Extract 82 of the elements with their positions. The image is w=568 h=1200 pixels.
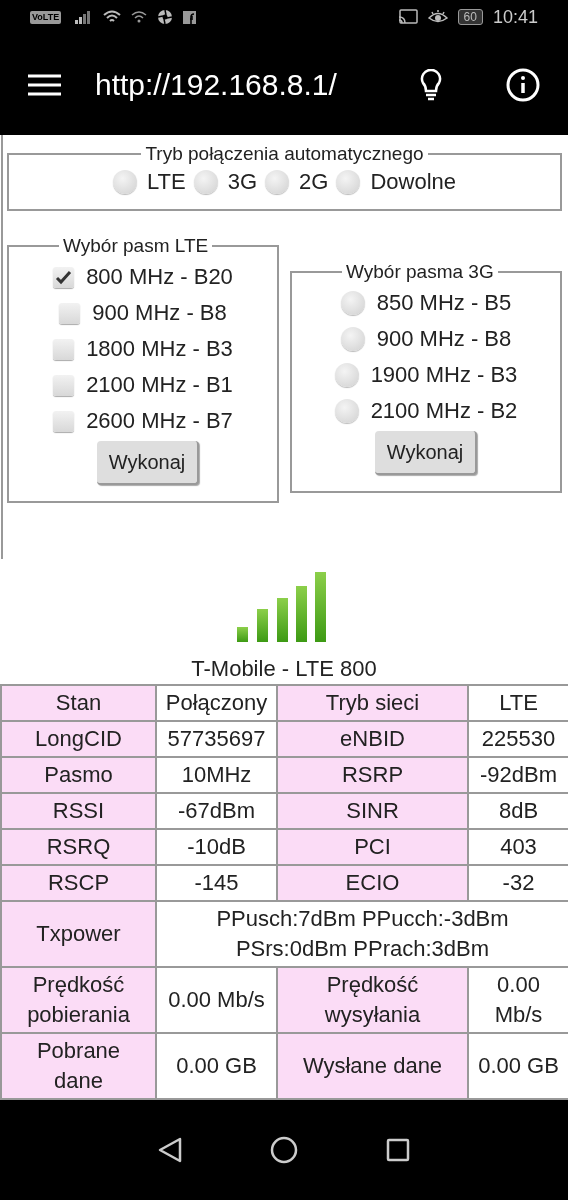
- table-cell: Pasmo: [1, 757, 156, 793]
- table-cell: Prędkość wysyłania: [277, 967, 468, 1033]
- table-cell: 10MHz: [156, 757, 277, 793]
- radio-button[interactable]: [336, 170, 361, 194]
- table-cell: Prędkość pobierania: [1, 967, 156, 1033]
- option-label: Dowolne: [370, 168, 456, 196]
- cast-icon: [397, 9, 418, 25]
- table-cell: Tryb sieci: [277, 685, 468, 721]
- table-cell: LongCID: [1, 721, 156, 757]
- checkbox[interactable]: [53, 266, 75, 288]
- radio-button[interactable]: [340, 291, 365, 315]
- fieldset-legend: Wybór pasm LTE: [59, 235, 213, 257]
- table-cell: Połączony: [156, 685, 277, 721]
- table-cell: -10dB: [156, 829, 277, 865]
- table-cell: 403: [468, 829, 568, 865]
- wifi-icon: [131, 10, 148, 24]
- option-label: 2G: [299, 168, 329, 196]
- aperture-icon: [157, 9, 174, 25]
- table-cell: 0.00 GB: [156, 1033, 277, 1099]
- option-label: 3G: [227, 168, 258, 196]
- submit-button[interactable]: Wykonaj: [96, 441, 200, 485]
- option-label: 800 MHz - B20: [86, 263, 233, 291]
- fieldset-legend: Tryb połączenia automatycznego: [141, 143, 428, 165]
- radio-button[interactable]: [265, 170, 290, 194]
- volte-badge: VoLTE: [30, 10, 62, 24]
- checkbox[interactable]: [53, 410, 75, 432]
- option-label: 850 MHz - B5: [376, 289, 512, 317]
- battery-indicator: 60: [457, 9, 483, 25]
- radio-button[interactable]: [334, 399, 359, 423]
- page-address: http://192.168.8.1/: [95, 67, 337, 103]
- option-label: 900 MHz - B8: [376, 325, 512, 353]
- table-cell: 0.00 Mb/s: [156, 967, 277, 1033]
- home-icon[interactable]: [270, 1136, 298, 1164]
- table-cell: SINR: [277, 793, 468, 829]
- table-cell: Stan: [1, 685, 156, 721]
- table-cell: 57735697: [156, 721, 277, 757]
- table-cell: RSCP: [1, 865, 156, 901]
- checkbox[interactable]: [53, 338, 75, 360]
- option-label: LTE: [146, 168, 186, 196]
- table-cell: RSRP: [277, 757, 468, 793]
- clock: 10:41: [492, 5, 538, 29]
- table-cell: eNBID: [277, 721, 468, 757]
- submit-button[interactable]: Wykonaj: [374, 431, 478, 475]
- table-cell: RSSI: [1, 793, 156, 829]
- option-label: 1800 MHz - B3: [86, 335, 233, 363]
- table-cell: RSRQ: [1, 829, 156, 865]
- menu-icon[interactable]: [28, 73, 61, 96]
- eye-icon: [427, 9, 448, 25]
- radio-button[interactable]: [340, 327, 365, 351]
- table-cell: -32: [468, 865, 568, 901]
- radio-button[interactable]: [112, 170, 137, 194]
- option-label: 2100 MHz - B1: [86, 371, 233, 399]
- table-cell: PPusch:7dBm PPucch:-3dBm PSrs:0dBm PPrach:3dBm: [156, 901, 568, 967]
- option-label: 900 MHz - B8: [92, 299, 227, 327]
- table-cell: PCI: [277, 829, 468, 865]
- table-cell: -145: [156, 865, 277, 901]
- table-cell: -92dBm: [468, 757, 568, 793]
- table-cell: LTE: [468, 685, 568, 721]
- back-icon[interactable]: [158, 1137, 182, 1163]
- table-cell: 0.00 Mb/s: [468, 967, 568, 1033]
- table-cell: 225530: [468, 721, 568, 757]
- wifi-icon: [103, 10, 122, 24]
- recents-icon[interactable]: [386, 1138, 410, 1162]
- table-cell: -67dBm: [156, 793, 277, 829]
- radio-button[interactable]: [334, 363, 359, 387]
- option-label: 2600 MHz - B7: [86, 407, 233, 435]
- table-cell: Wysłane dane: [277, 1033, 468, 1099]
- radio-button[interactable]: [193, 170, 218, 194]
- checkbox[interactable]: [59, 302, 81, 324]
- checkbox[interactable]: [53, 374, 75, 396]
- network-name: T-Mobile - LTE 800: [190, 655, 378, 683]
- table-cell: 0.00 GB: [468, 1033, 568, 1099]
- table-cell: Pobrane dane: [1, 1033, 156, 1099]
- fieldset-legend: Wybór pasma 3G: [342, 261, 498, 283]
- info-icon[interactable]: [506, 67, 540, 102]
- option-label: 1900 MHz - B3: [370, 361, 518, 389]
- social-app-icon: [183, 10, 197, 24]
- option-label: 2100 MHz - B2: [370, 397, 518, 425]
- table-cell: 8dB: [468, 793, 568, 829]
- table-cell: ECIO: [277, 865, 468, 901]
- lightbulb-icon[interactable]: [419, 68, 443, 101]
- table-cell: Txpower: [1, 901, 156, 967]
